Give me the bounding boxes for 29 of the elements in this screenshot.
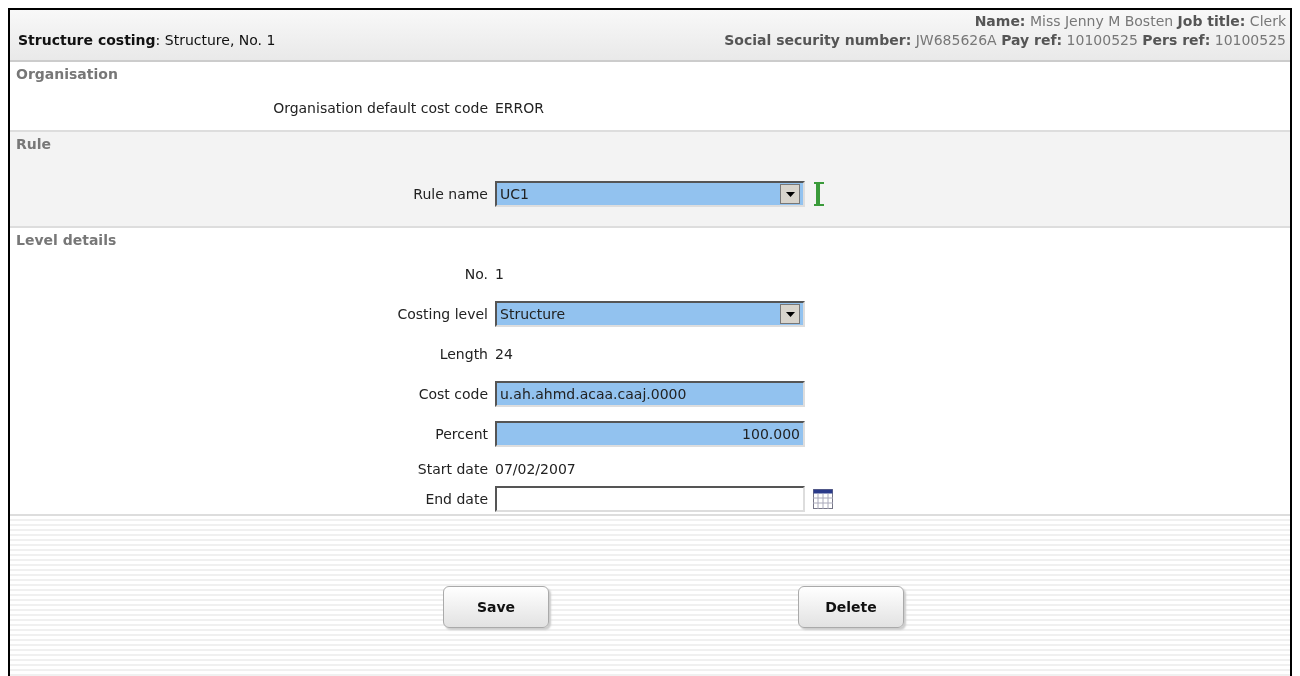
field-label: Organisation default cost code: [273, 99, 488, 116]
employee-details: Social security number: JW685626A Pay ref: 10100525 Pers ref: 10100525: [724, 31, 1286, 50]
field-label: Percent: [435, 425, 488, 442]
field-value: 07/02/2007: [495, 459, 576, 479]
dropdown-field[interactable]: Structure: [495, 301, 805, 327]
field-label: No.: [464, 265, 488, 282]
field-value: 1: [495, 264, 504, 284]
input-field[interactable]: u.ah.ahmd.acaa.caaj.0000: [495, 381, 805, 407]
field-value: 24: [495, 344, 513, 364]
section-title: Rule: [15, 135, 53, 154]
field-label: Cost code: [418, 385, 488, 402]
field-label: Costing level: [397, 305, 488, 322]
page-title: Structure costing: Structure, No. 1: [18, 31, 276, 50]
dropdown-arrow-icon[interactable]: [785, 191, 795, 197]
dropdown-arrow-icon[interactable]: [785, 311, 795, 317]
field-label: Length: [439, 345, 488, 362]
section-title: Organisation: [15, 65, 119, 84]
section-title: Level details: [15, 231, 118, 250]
calendar-icon[interactable]: [813, 489, 833, 509]
employee-details: Name: Miss Jenny M Bosten Job title: Clerk: [973, 12, 1286, 31]
field-label: Start date: [417, 460, 488, 477]
field-value: ERROR: [495, 98, 545, 118]
input-field[interactable]: 100.000: [495, 421, 805, 447]
save-button[interactable]: Save: [443, 586, 549, 628]
field-label: End date: [425, 490, 488, 507]
dropdown-field[interactable]: UC1: [495, 181, 805, 207]
delete-button[interactable]: Delete: [798, 586, 904, 628]
input-field[interactable]: [495, 486, 805, 512]
field-label: Rule name: [413, 185, 488, 202]
